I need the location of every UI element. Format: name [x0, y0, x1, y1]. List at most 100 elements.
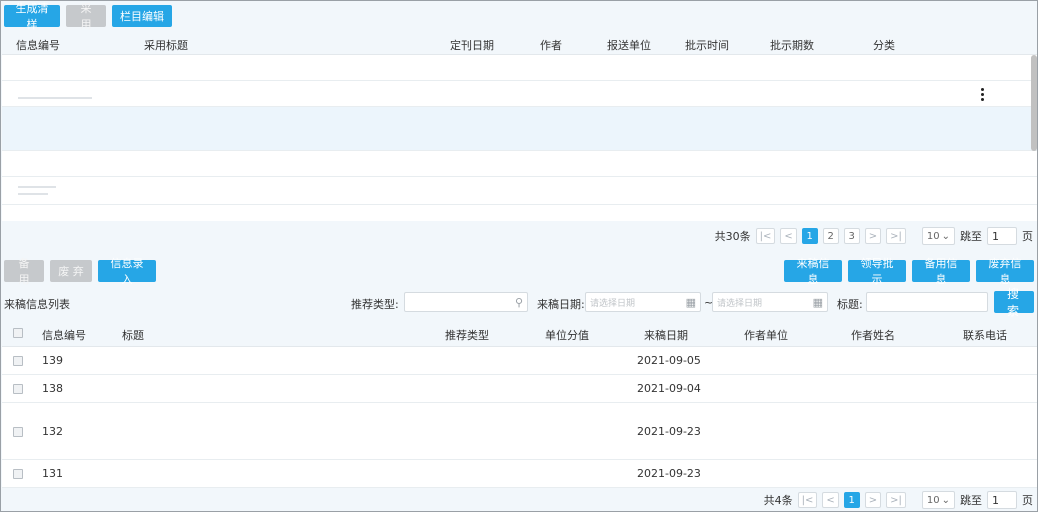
row-checkbox[interactable]	[13, 469, 23, 479]
submitted-info-table: 信息编号 标题 推荐类型 单位分值 来稿日期 作者单位 作者姓名 联系电话 13…	[2, 319, 1037, 488]
column-header-phone: 联系电话	[963, 329, 1007, 342]
column-header-publish-date: 定刊日期	[450, 39, 494, 52]
mid-toolbar-left: 备 用 废 弃 信息录入	[4, 257, 156, 286]
next-page-icon[interactable]: >	[864, 492, 882, 508]
total-count: 共4条	[763, 494, 793, 507]
row-submission-date: 2021-09-04	[637, 382, 701, 395]
submission-date-label: 来稿日期:	[537, 298, 585, 311]
row-checkbox[interactable]	[13, 384, 23, 394]
table-row[interactable]	[2, 55, 1037, 81]
row-info-id: 131	[42, 467, 63, 480]
page-2-button[interactable]: 2	[822, 228, 839, 244]
chevron-down-icon: ⌄	[941, 494, 950, 506]
column-header-category: 分类	[873, 39, 895, 52]
page-3-button[interactable]: 3	[843, 228, 860, 244]
row-info-id: 132	[42, 425, 63, 438]
column-header-instruction-time: 批示时间	[685, 39, 729, 52]
page-1-button[interactable]: 1	[843, 492, 860, 508]
column-header-submission-date: 来稿日期	[644, 329, 688, 342]
more-options-icon[interactable]	[979, 88, 985, 101]
column-header-submitting-unit: 报送单位	[607, 39, 651, 52]
prev-page-icon[interactable]: <	[780, 228, 797, 244]
table-row[interactable]	[2, 81, 1037, 107]
row-submission-date: 2021-09-23	[637, 467, 701, 480]
column-header-instruction-issue: 批示期数	[770, 39, 814, 52]
calendar-icon: ▦	[812, 296, 823, 309]
reserve-info-button[interactable]: 备用信息	[912, 257, 970, 286]
recommend-type-label: 推荐类型:	[351, 298, 399, 311]
next-page-icon[interactable]: >	[864, 228, 882, 244]
table-row[interactable]: 132 2021-09-23	[2, 403, 1037, 460]
vertical-scrollbar[interactable]	[1031, 55, 1037, 151]
app-frame: 生成清样 采 用 栏目编辑 信息编号 采用标题 定刊日期 作者 报送单位 批示时…	[0, 0, 1038, 512]
filter-bar: 来稿信息列表 推荐类型: ⚲ 来稿日期: 请选择日期 ▦ ~ 请选择日期 ▦ 标…	[1, 287, 1037, 318]
row-info-id: 138	[42, 382, 63, 395]
submitted-info-button[interactable]: 来稿信息	[784, 257, 842, 286]
discard-button[interactable]: 废 弃	[50, 260, 92, 282]
column-header-title: 标题	[122, 329, 144, 342]
generate-proof-button[interactable]: 生成清样	[4, 2, 60, 31]
redacted-text	[18, 97, 92, 99]
column-header-info-id: 信息编号	[42, 329, 86, 342]
jump-label: 跳至	[960, 494, 982, 507]
discarded-info-button[interactable]: 废弃信息	[976, 257, 1034, 286]
table-row[interactable]	[2, 107, 1037, 151]
table-row[interactable]: 131 2021-09-23	[2, 460, 1037, 488]
column-header-unit-score: 单位分值	[545, 329, 589, 342]
info-entry-button[interactable]: 信息录入	[98, 257, 156, 286]
bottom-pagination: 共4条 |< < 1 > >| 10 ⌄ 跳至 1 页	[764, 491, 1033, 509]
top-pagination: 共30条 |< < 1 2 3 > >| 10 ⌄ 跳至 1 页	[715, 227, 1033, 245]
date-start-picker[interactable]: 请选择日期 ▦	[585, 292, 701, 312]
row-submission-date: 2021-09-05	[637, 354, 701, 367]
column-edit-button[interactable]: 栏目编辑	[112, 5, 172, 27]
page-suffix: 页	[1022, 494, 1033, 507]
table-row[interactable]: 139 2021-09-05	[2, 347, 1037, 375]
jump-page-input[interactable]: 1	[987, 227, 1017, 245]
first-page-icon[interactable]: |<	[755, 228, 776, 244]
adopted-info-table: 信息编号 采用标题 定刊日期 作者 报送单位 批示时间 批示期数 分类	[2, 31, 1037, 221]
table-row[interactable]: 138 2021-09-04	[2, 375, 1037, 403]
table-row[interactable]	[2, 177, 1037, 205]
table-header: 信息编号 标题 推荐类型 单位分值 来稿日期 作者单位 作者姓名 联系电话	[2, 319, 1037, 347]
first-page-icon[interactable]: |<	[797, 492, 818, 508]
chevron-down-icon: ⌄	[941, 230, 950, 242]
top-toolbar: 生成清样 采 用 栏目编辑	[4, 2, 172, 31]
table-body	[2, 55, 1037, 205]
column-header-adopted-title: 采用标题	[144, 39, 188, 52]
jump-label: 跳至	[960, 230, 982, 243]
last-page-icon[interactable]: >|	[886, 228, 906, 244]
list-title: 来稿信息列表	[4, 298, 70, 311]
search-button[interactable]: 搜 索	[994, 287, 1034, 318]
redacted-text	[18, 193, 48, 195]
reserve-button[interactable]: 备 用	[4, 257, 44, 286]
date-start-placeholder: 请选择日期	[590, 298, 636, 309]
column-header-author-unit: 作者单位	[744, 329, 788, 342]
prev-page-icon[interactable]: <	[822, 492, 839, 508]
column-header-info-id: 信息编号	[16, 39, 60, 52]
date-end-picker[interactable]: 请选择日期 ▦	[712, 292, 828, 312]
jump-page-input[interactable]: 1	[987, 491, 1017, 509]
table-row[interactable]	[2, 151, 1037, 177]
column-header-recommend-type: 推荐类型	[445, 329, 489, 342]
page-size-select[interactable]: 10 ⌄	[921, 227, 955, 245]
recommend-type-select[interactable]: ⚲	[404, 292, 528, 312]
page-size-value: 10	[926, 494, 940, 506]
row-info-id: 139	[42, 354, 63, 367]
leader-instruction-button[interactable]: 领导批示	[848, 257, 906, 286]
adopt-button[interactable]: 采 用	[66, 2, 106, 31]
total-count: 共30条	[714, 230, 751, 243]
title-filter-input[interactable]	[866, 292, 988, 312]
page-size-select[interactable]: 10 ⌄	[921, 491, 955, 509]
mid-toolbar-right: 来稿信息 领导批示 备用信息 废弃信息	[784, 257, 1034, 286]
last-page-icon[interactable]: >|	[886, 492, 906, 508]
page-1-button[interactable]: 1	[801, 228, 818, 244]
redacted-text	[18, 186, 56, 188]
select-all-checkbox[interactable]	[13, 328, 23, 338]
row-submission-date: 2021-09-23	[637, 425, 701, 438]
row-checkbox[interactable]	[13, 356, 23, 366]
search-icon: ⚲	[514, 296, 523, 309]
date-end-placeholder: 请选择日期	[717, 298, 763, 309]
row-checkbox[interactable]	[13, 427, 23, 437]
column-header-author-name: 作者姓名	[851, 329, 895, 342]
column-header-author: 作者	[540, 39, 562, 52]
